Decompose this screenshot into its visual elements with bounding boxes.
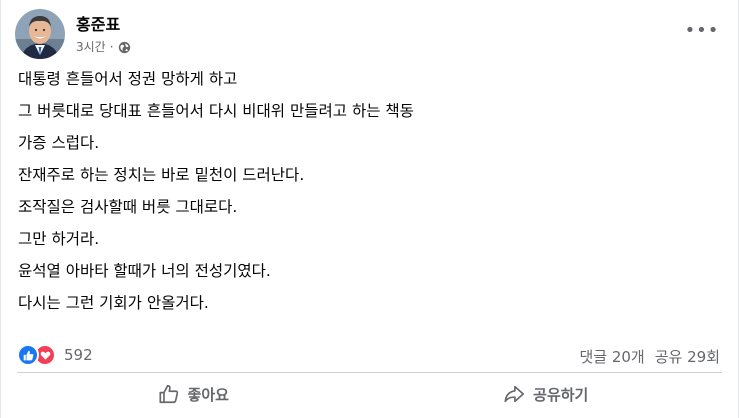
author-name[interactable]: 홍준표: [76, 15, 131, 35]
divider: [17, 372, 722, 373]
reactions-summary[interactable]: 592: [17, 344, 93, 366]
more-options-button[interactable]: •••: [684, 16, 720, 44]
post-line: 대통령 흔들어서 정권 망하게 하고: [18, 70, 238, 88]
meta-separator: ·: [109, 40, 114, 54]
post-meta: 3시간 ·: [76, 39, 131, 55]
action-bar: 좋아요 공유하기: [17, 374, 722, 414]
reaction-count[interactable]: 592: [64, 346, 93, 364]
post-line: 다시는 그런 기회가 안올거다.: [18, 294, 209, 312]
post-header: 홍준표 3시간 ·: [15, 9, 131, 59]
post-line: 윤석열 아바타 할때가 너의 전성기였다.: [18, 262, 271, 280]
share-count[interactable]: 공유 29회: [655, 346, 720, 367]
comment-count[interactable]: 댓글 20개: [579, 346, 644, 367]
avatar[interactable]: [15, 9, 65, 59]
post-line: 조작질은 검사할때 버릇 그대로다.: [18, 198, 238, 216]
author-block: 홍준표 3시간 ·: [76, 13, 131, 55]
post-line: 잔재주로 하는 정치는 바로 밑천이 드러난다.: [18, 166, 305, 184]
post-line: 그 버릇대로 당대표 흔들어서 다시 비대위 만들려고 하는 책동: [18, 102, 414, 120]
like-button-label: 좋아요: [187, 385, 229, 404]
like-reaction-icon: [17, 344, 39, 366]
share-arrow-icon: [504, 385, 525, 403]
post-line: 그만 하거라.: [18, 230, 100, 248]
thumbs-up-icon: [159, 384, 178, 404]
like-button[interactable]: 좋아요: [17, 374, 370, 414]
globe-icon[interactable]: [118, 41, 131, 54]
post-timestamp[interactable]: 3시간: [76, 39, 106, 55]
engagement-stats: 댓글 20개 공유 29회: [569, 346, 720, 367]
share-button[interactable]: 공유하기: [370, 374, 723, 414]
share-button-label: 공유하기: [533, 385, 589, 404]
post-body: 대통령 흔들어서 정권 망하게 하고 그 버릇대로 당대표 흔들어서 다시 비대…: [18, 63, 414, 319]
post-card: 홍준표 3시간 · ••• 대통령 흔들어서 정권 망하게 하고 그 버릇대로 …: [0, 0, 739, 418]
post-line: 가증 스럽다.: [18, 134, 100, 152]
